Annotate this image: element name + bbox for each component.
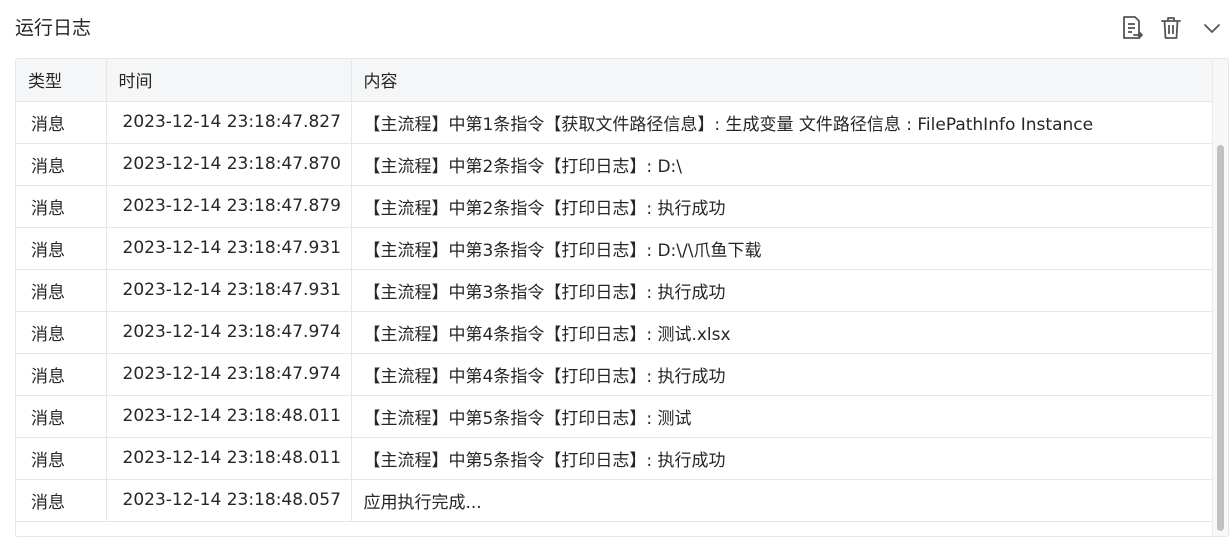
cell-content: 【主流程】中第4条指令【打印日志】: 执行成功 (351, 353, 1213, 396)
vertical-scrollbar[interactable] (1212, 59, 1228, 536)
cell-type: 消息 (16, 143, 107, 186)
run-log-panel: 运行日志 类型 时间 内容 消息 2023-12-14 23:18:47.827… (0, 0, 1230, 546)
cell-time: 2023-12-14 23:18:48.011 (106, 395, 352, 438)
cell-type: 消息 (16, 353, 107, 396)
cell-type: 消息 (16, 269, 107, 312)
column-header-content[interactable]: 内容 (351, 59, 1213, 102)
export-log-button[interactable] (1118, 14, 1146, 42)
cell-content: 【主流程】中第2条指令【打印日志】: 执行成功 (351, 185, 1213, 228)
trash-icon (1161, 17, 1181, 39)
table-row[interactable]: 消息 2023-12-14 23:18:47.870 【主流程】中第2条指令【打印日… (16, 143, 1213, 186)
table-row[interactable]: 消息 2023-12-14 23:18:47.974 【主流程】中第4条指令【打印日… (16, 353, 1213, 396)
column-header-type[interactable]: 类型 (16, 59, 107, 102)
cell-content: 【主流程】中第5条指令【打印日志】: 测试 (351, 395, 1213, 438)
cell-time: 2023-12-14 23:18:47.879 (106, 185, 352, 228)
cell-type: 消息 (16, 437, 107, 480)
cell-content: 【主流程】中第3条指令【打印日志】: D:\/\爪鱼下载 (351, 227, 1213, 270)
cell-type: 消息 (16, 101, 107, 144)
table-row[interactable]: 消息 2023-12-14 23:18:47.974 【主流程】中第4条指令【打印日… (16, 311, 1213, 354)
table-row[interactable]: 消息 2023-12-14 23:18:47.879 【主流程】中第2条指令【打印日… (16, 185, 1213, 228)
table-header-row: 类型 时间 内容 (16, 59, 1213, 102)
export-log-icon (1123, 16, 1143, 39)
cell-content: 【主流程】中第4条指令【打印日志】: 测试.xlsx (351, 311, 1213, 354)
cell-time: 2023-12-14 23:18:47.870 (106, 143, 352, 186)
table-row[interactable]: 消息 2023-12-14 23:18:47.931 【主流程】中第3条指令【打印日… (16, 269, 1213, 312)
cell-time: 2023-12-14 23:18:47.974 (106, 311, 352, 354)
cell-time: 2023-12-14 23:18:47.974 (106, 353, 352, 396)
cell-type: 消息 (16, 185, 107, 228)
cell-type: 消息 (16, 395, 107, 438)
table-row[interactable]: 消息 2023-12-14 23:18:48.011 【主流程】中第5条指令【打印日… (16, 395, 1213, 438)
log-table-container: 类型 时间 内容 消息 2023-12-14 23:18:47.827 【主流程】中… (15, 58, 1229, 537)
cell-content: 【主流程】中第2条指令【打印日志】: D:\ (351, 143, 1213, 186)
cell-time: 2023-12-14 23:18:47.827 (106, 101, 352, 144)
cell-type: 消息 (16, 227, 107, 270)
column-header-time[interactable]: 时间 (106, 59, 352, 102)
collapse-panel-button[interactable] (1198, 14, 1226, 42)
cell-type: 消息 (16, 479, 107, 522)
chevron-down-icon (1204, 24, 1220, 33)
cell-time: 2023-12-14 23:18:48.057 (106, 479, 352, 522)
cell-content: 【主流程】中第3条指令【打印日志】: 执行成功 (351, 269, 1213, 312)
cell-content: 【主流程】中第1条指令【获取文件路径信息】: 生成变量 文件路径信息 : Fil… (351, 101, 1213, 144)
table-row[interactable]: 消息 2023-12-14 23:18:47.827 【主流程】中第1条指令【获取文… (16, 101, 1213, 144)
table-row[interactable]: 消息 2023-12-14 23:18:48.057 应用执行完成... (16, 479, 1213, 522)
panel-title: 运行日志 (15, 17, 92, 39)
cell-time: 2023-12-14 23:18:47.931 (106, 227, 352, 270)
scrollbar-thumb[interactable] (1217, 145, 1224, 531)
log-table: 类型 时间 内容 消息 2023-12-14 23:18:47.827 【主流程】中… (16, 59, 1213, 522)
table-row[interactable]: 消息 2023-12-14 23:18:47.931 【主流程】中第3条指令【打印日… (16, 227, 1213, 270)
panel-header: 运行日志 (0, 0, 1230, 56)
table-row[interactable]: 消息 2023-12-14 23:18:48.011 【主流程】中第5条指令【打印日… (16, 437, 1213, 480)
cell-time: 2023-12-14 23:18:48.011 (106, 437, 352, 480)
cell-content: 【主流程】中第5条指令【打印日志】: 执行成功 (351, 437, 1213, 480)
cell-type: 消息 (16, 311, 107, 354)
clear-log-button[interactable] (1157, 14, 1185, 42)
cell-content: 应用执行完成... (351, 479, 1213, 522)
cell-time: 2023-12-14 23:18:47.931 (106, 269, 352, 312)
